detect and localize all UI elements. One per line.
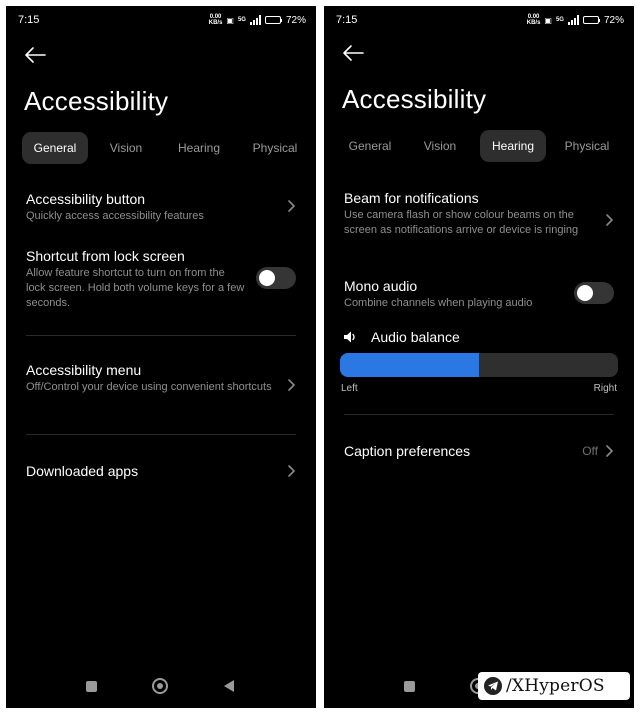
divider <box>344 414 614 415</box>
tab-bar: General Vision Hearing Physical <box>340 130 626 162</box>
audio-balance-fill <box>340 353 479 377</box>
battery-icon <box>582 16 600 24</box>
tab-physical[interactable]: Physical <box>552 130 622 162</box>
item-title: Accessibility menu <box>26 362 142 378</box>
shortcut-lock-screen-toggle[interactable] <box>256 267 296 289</box>
list-item-caption-preferences[interactable]: Caption preferences <box>344 442 616 460</box>
item-subtitle: Combine channels when playing audio <box>344 297 533 309</box>
divider <box>26 335 296 336</box>
item-subtitle: Use camera flash or show colour beams on… <box>344 209 579 236</box>
tab-vision[interactable]: Vision <box>96 132 156 164</box>
back-arrow-icon[interactable] <box>342 44 364 62</box>
chevron-right-icon <box>606 214 614 226</box>
balance-right-label: Right <box>593 383 617 394</box>
status-time: 7:15 <box>336 14 358 26</box>
page-title: Accessibility <box>24 86 169 116</box>
battery-percent: 72% <box>285 14 306 26</box>
status-bar: 7:15 0.00 KB/s ▣ 5G 72% <box>336 13 624 27</box>
caption-preferences-value: Off <box>582 444 598 458</box>
chevron-right-icon <box>288 465 296 477</box>
status-bar: 7:15 0.00 KB/s ▣ 5G 72% <box>18 13 306 27</box>
recents-icon[interactable] <box>86 681 97 692</box>
network-speed: 0.00 KB/s <box>526 14 541 26</box>
item-subtitle: Allow feature shortcut to turn on from t… <box>26 267 245 309</box>
watermark: /XHyperOS <box>478 672 630 700</box>
tab-hearing[interactable]: Hearing <box>166 132 232 164</box>
status-time: 7:15 <box>18 14 40 26</box>
list-item-downloaded-apps[interactable]: Downloaded apps <box>26 462 298 480</box>
back-triangle-icon[interactable] <box>224 680 234 692</box>
recents-icon[interactable] <box>404 681 415 692</box>
tab-bar: General Vision Hearing Physical <box>22 132 308 164</box>
watermark-text: /XHyperOS <box>506 676 605 696</box>
list-item-accessibility-button[interactable]: Accessibility button Quickly access acce… <box>26 190 298 224</box>
battery-icon <box>264 16 282 24</box>
list-item-shortcut-lock-screen[interactable]: Shortcut from lock screen Allow feature … <box>26 247 246 311</box>
item-title: Downloaded apps <box>26 463 139 479</box>
item-subtitle: Off/Control your device using convenient… <box>26 381 272 393</box>
list-item-beam-notifications[interactable]: Beam for notifications Use camera flash … <box>344 189 594 238</box>
audio-balance-label: Audio balance <box>371 329 460 345</box>
item-title: Accessibility button <box>26 191 146 207</box>
tab-physical[interactable]: Physical <box>240 132 310 164</box>
network-speed: 0.00 KB/s <box>208 14 223 26</box>
tab-hearing[interactable]: Hearing <box>480 130 546 162</box>
speaker-icon <box>344 331 355 343</box>
tab-general[interactable]: General <box>22 132 88 164</box>
page-title: Accessibility <box>342 84 487 114</box>
toggle-knob <box>259 270 275 286</box>
chevron-right-icon <box>288 200 296 212</box>
signal-icon <box>567 15 579 25</box>
item-title: Mono audio <box>344 278 418 294</box>
mono-audio-toggle[interactable] <box>574 282 614 304</box>
item-title: Caption preferences <box>344 443 471 459</box>
list-item-mono-audio[interactable]: Mono audio Combine channels when playing… <box>344 277 564 311</box>
toggle-knob <box>577 285 593 301</box>
network-type: 5G <box>555 17 564 23</box>
battery-percent: 72% <box>603 14 624 26</box>
accessibility-hearing-screen: 7:15 0.00 KB/s ▣ 5G 72% Accessibility Gen… <box>324 6 634 708</box>
item-title: Beam for notifications <box>344 190 479 206</box>
status-icons: 0.00 KB/s ▣ 5G 72% <box>209 14 306 26</box>
item-subtitle: Quickly access accessibility features <box>26 210 204 222</box>
nfc-icon: ▣ <box>226 15 234 25</box>
accessibility-general-screen: 7:15 0.00 KB/s ▣ 5G 72% Accessibility Gen… <box>6 6 316 708</box>
tab-general[interactable]: General <box>340 130 400 162</box>
back-arrow-icon[interactable] <box>24 46 46 64</box>
nfc-icon: ▣ <box>544 15 552 25</box>
navigation-bar <box>6 678 316 694</box>
telegram-icon <box>484 677 502 695</box>
chevron-right-icon <box>288 379 296 391</box>
audio-balance-slider[interactable] <box>340 353 618 377</box>
divider <box>26 434 296 435</box>
status-icons: 0.00 KB/s ▣ 5G 72% <box>527 14 624 26</box>
signal-icon <box>249 15 261 25</box>
balance-left-label: Left <box>341 383 358 394</box>
tab-vision[interactable]: Vision <box>410 130 470 162</box>
item-title: Shortcut from lock screen <box>26 248 185 264</box>
chevron-right-icon <box>606 445 614 457</box>
network-type: 5G <box>237 17 246 23</box>
list-item-accessibility-menu[interactable]: Accessibility menu Off/Control your devi… <box>26 361 298 395</box>
home-icon[interactable] <box>152 678 168 694</box>
